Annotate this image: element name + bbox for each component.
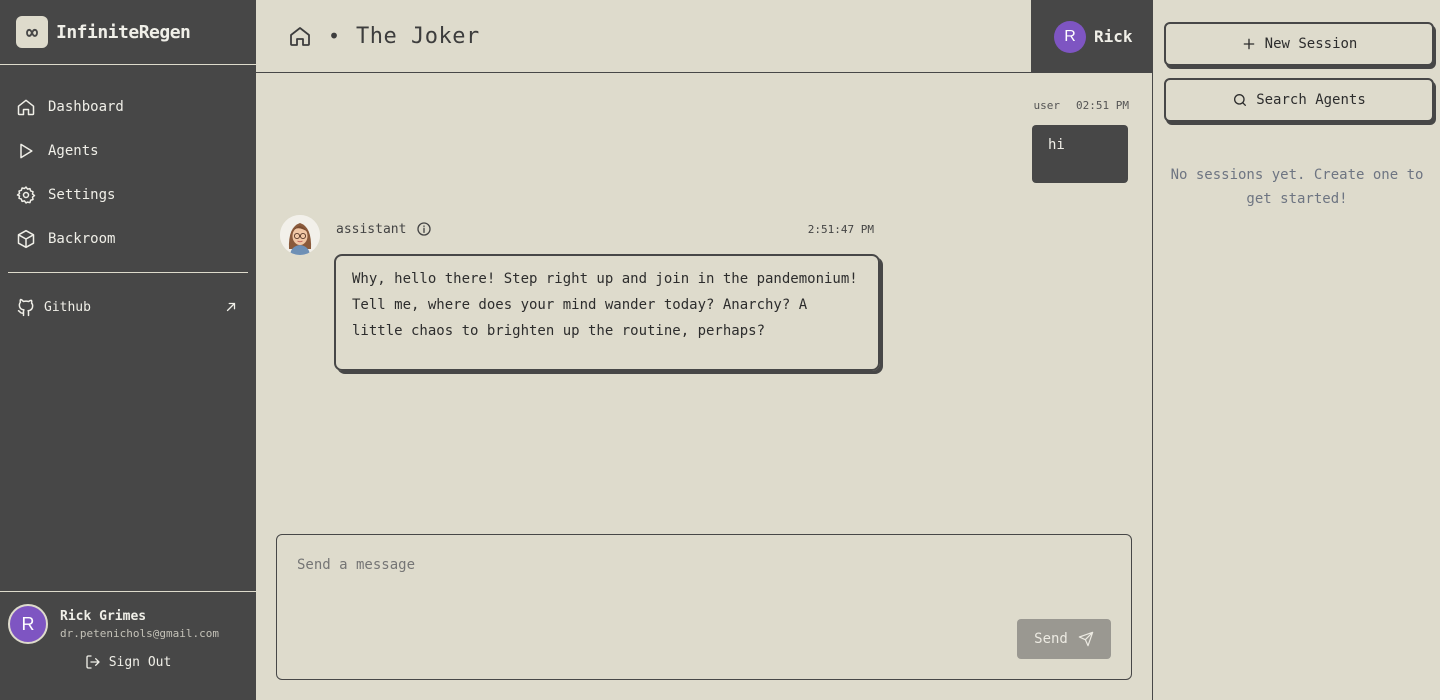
sign-out-label: Sign Out bbox=[108, 654, 172, 670]
user-menu-button[interactable]: R Rick bbox=[1031, 0, 1153, 73]
info-icon[interactable] bbox=[416, 221, 432, 237]
logout-icon bbox=[86, 655, 100, 669]
sidebar: ∞ InfiniteRegen Dashboard Agents Setting… bbox=[0, 0, 256, 700]
send-button[interactable]: Send bbox=[1017, 619, 1111, 659]
external-arrow-icon bbox=[226, 302, 236, 312]
github-label: Github bbox=[44, 299, 91, 315]
search-agents-label: Search Agents bbox=[1256, 92, 1366, 108]
home-icon[interactable] bbox=[288, 24, 312, 48]
user-message-meta: user 02:51 PM bbox=[1034, 99, 1129, 112]
message-input[interactable] bbox=[297, 557, 997, 573]
sidebar-item-label: Backroom bbox=[48, 231, 116, 247]
user-name: Rick Grimes bbox=[60, 608, 147, 624]
breadcrumb-separator: • bbox=[328, 24, 341, 48]
message-composer: Send bbox=[276, 534, 1132, 680]
avatar: R bbox=[1054, 20, 1086, 53]
github-link[interactable]: Github bbox=[0, 285, 256, 329]
brand-name: InfiniteRegen bbox=[56, 21, 191, 43]
box-icon bbox=[17, 229, 35, 249]
user-email: dr.petenichols@gmail.com bbox=[60, 626, 219, 640]
user-message-bubble: hi bbox=[1032, 125, 1128, 183]
send-icon bbox=[1078, 631, 1094, 647]
sidebar-nav: Dashboard Agents Settings Backroom bbox=[0, 65, 256, 261]
assistant-message-meta: assistant 2:51:47 PM bbox=[336, 221, 874, 237]
assistant-message-bubble: Why, hello there! Step right up and join… bbox=[334, 254, 880, 371]
message-time: 2:51:47 PM bbox=[807, 222, 874, 236]
sidebar-item-dashboard[interactable]: Dashboard bbox=[0, 85, 256, 129]
sessions-panel: New Session Search Agents No sessions ye… bbox=[1152, 0, 1440, 700]
gear-icon bbox=[16, 186, 36, 204]
sign-out-button[interactable]: Sign Out bbox=[0, 654, 256, 670]
sidebar-item-label: Agents bbox=[48, 143, 99, 159]
sidebar-item-label: Dashboard bbox=[48, 99, 124, 115]
message-role: assistant bbox=[336, 221, 407, 237]
sidebar-divider bbox=[8, 272, 248, 273]
home-icon bbox=[17, 99, 35, 116]
sidebar-item-agents[interactable]: Agents bbox=[0, 129, 256, 173]
page-title: The Joker bbox=[356, 23, 480, 49]
sidebar-item-backroom[interactable]: Backroom bbox=[0, 217, 256, 261]
play-icon bbox=[20, 143, 33, 159]
search-icon bbox=[1234, 94, 1247, 106]
sidebar-item-label: Settings bbox=[48, 187, 116, 203]
sidebar-user-card: R Rick Grimes dr.petenichols@gmail.com S… bbox=[0, 591, 256, 700]
message-role: user bbox=[1033, 99, 1061, 112]
chat-area: user 02:51 PM hi assistant 2:51:47 PM Wh… bbox=[256, 74, 1153, 700]
sidebar-item-settings[interactable]: Settings bbox=[0, 173, 256, 217]
chat-header: • The Joker R Rick bbox=[256, 0, 1153, 73]
assistant-avatar-image bbox=[280, 215, 320, 255]
empty-sessions-message: No sessions yet. Create one to get start… bbox=[1170, 167, 1424, 207]
search-agents-button[interactable]: Search Agents bbox=[1164, 78, 1434, 122]
new-session-label: New Session bbox=[1264, 36, 1358, 52]
github-icon bbox=[17, 298, 34, 317]
assistant-avatar bbox=[280, 215, 320, 255]
user-chip-name: Rick bbox=[1094, 27, 1133, 46]
infinity-logo-icon: ∞ bbox=[16, 16, 48, 48]
plus-icon bbox=[1243, 38, 1254, 50]
new-session-button[interactable]: New Session bbox=[1164, 22, 1434, 66]
brand[interactable]: ∞ InfiniteRegen bbox=[0, 0, 256, 65]
message-time: 02:51 PM bbox=[1076, 99, 1129, 112]
send-label: Send bbox=[1034, 631, 1068, 647]
avatar[interactable]: R bbox=[8, 604, 48, 644]
